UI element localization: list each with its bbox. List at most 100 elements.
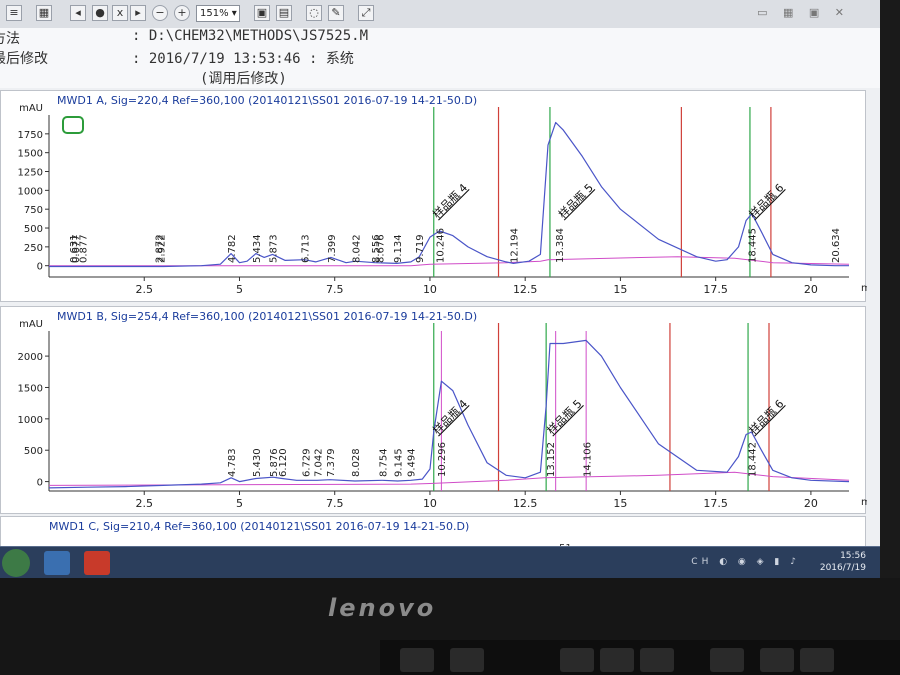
chart1-peak-label: 6.729: [301, 448, 312, 477]
chart1-peak-label: 10.296: [437, 442, 448, 477]
modified-line: : 2016/7/19 13:53:46 : 系统: [132, 51, 354, 67]
chart0-peak-label: 20.634: [831, 228, 842, 263]
clock-time: 15:56: [840, 551, 866, 561]
chart0-peak-label: 2.922: [156, 234, 167, 263]
chromatogram-a-panel: MWD1 A, Sig=220,4 Ref=360,100 (20140121\…: [0, 90, 880, 302]
print-icon[interactable]: ▤: [276, 5, 292, 21]
tray-icons[interactable]: CH ◐ ◉ ◈ ▮ ♪: [691, 557, 800, 567]
chart0-peak-label: 12.194: [510, 228, 521, 263]
chromatogram-a: 0 250 500 750 1000 1250 1500 1750 mAU 2.5 5 7.5 10 12…: [18, 103, 880, 296]
chart0-xtick-label: 5: [236, 283, 243, 296]
chart0-ytick-label: 750: [24, 205, 43, 216]
keyboard-key: [800, 648, 834, 672]
tray-language: CH: [691, 557, 713, 567]
chart0-xtick-label: 17.5: [703, 283, 728, 296]
pin-icon[interactable]: ●: [92, 5, 108, 21]
edit-icon[interactable]: ✎: [328, 5, 344, 21]
chart0-peak-label: 5.434: [252, 234, 263, 263]
chart0-peak-label: 13.384: [555, 228, 566, 263]
zoom-in-icon[interactable]: +: [174, 5, 190, 21]
chart0-ytick-label: 500: [24, 224, 43, 235]
chart0-peak-label: 0.877: [78, 234, 89, 263]
chart0-compound-label: 样品瓶 4: [430, 180, 471, 221]
chart0-xtick-label: 10: [423, 283, 437, 296]
start-button[interactable]: [2, 549, 30, 577]
chart0-ytick-label: 250: [24, 243, 43, 254]
chart1-baseline: [48, 471, 850, 486]
modified-note: (调用后修改): [200, 71, 287, 87]
chart1-compound-label: 样品瓶 5: [544, 396, 585, 437]
chart0-ylabel: mAU: [19, 103, 43, 114]
keyboard-key: [640, 648, 674, 672]
chart1-peak-label: 4.783: [227, 448, 238, 477]
chart1-ytick-label: 1500: [18, 383, 43, 394]
zoom-value: 151%: [200, 8, 229, 19]
chart0-ytick-label: 1250: [18, 168, 43, 179]
chromatogram-a-title: MWD1 A, Sig=220,4 Ref=360,100 (20140121\…: [57, 94, 478, 107]
chart1-peak-label: 13.152: [546, 442, 557, 477]
method-line: : D:\CHEM32\METHODS\JS7525.M: [132, 28, 369, 44]
chart1-xtick-label: 2.5: [135, 497, 153, 510]
screen: ≡ ▦ ◂ ● x ▸ − + 151% ▾ ▣ ▤ ◌ ✎ ⤢ ▭ ▦ ▣ ✕…: [0, 0, 880, 578]
chart0-xlabel: min: [861, 283, 867, 294]
chart1-xtick-label: 10: [423, 497, 437, 510]
chart1-ylabel: mAU: [19, 319, 43, 330]
chromatogram-b-panel: MWD1 B, Sig=254,4 Ref=360,100 (20140121\…: [0, 306, 880, 514]
toolbar: ≡ ▦ ◂ ● x ▸ − + 151% ▾ ▣ ▤ ◌ ✎ ⤢ ▭ ▦ ▣ ✕: [0, 0, 880, 29]
chart0-xtick-label: 2.5: [135, 283, 153, 296]
expand-icon[interactable]: ⤢: [358, 5, 374, 21]
chart1-compound-label: 样品瓶 6: [746, 396, 787, 437]
chart1-peak-label: 18.442: [748, 442, 759, 477]
chart1-xtick-label: 17.5: [703, 497, 728, 510]
chart1-peak-label: 9.494: [407, 448, 418, 477]
chart0-peak-label: 9.134: [393, 234, 404, 263]
forward-icon[interactable]: ▸: [130, 5, 146, 21]
chart0-xtick-label: 15: [613, 283, 627, 296]
window-controls[interactable]: ▭ ▦ ▣ ✕: [757, 6, 850, 19]
chart1-peak-label: 7.379: [326, 448, 337, 477]
keyboard-key: [560, 648, 594, 672]
chromatogram-c-title: MWD1 C, Sig=210,4 Ref=360,100 (20140121\…: [49, 520, 470, 533]
chart1-xtick-label: 15: [613, 497, 627, 510]
keyboard: [380, 640, 900, 675]
chart1-peak-label: 8.754: [378, 448, 389, 477]
monitor-brand-logo: lenovo: [328, 594, 437, 622]
comment-icon[interactable]: ◌: [306, 5, 322, 21]
chart0-peak-label: 4.782: [227, 234, 238, 263]
keyboard-key: [400, 648, 434, 672]
chart1-xtick-label: 5: [236, 497, 243, 510]
app-icon-chemstation[interactable]: [44, 551, 70, 575]
chromatogram-b: 0 500 1000 1500 2000 mAU 2.5 5 7.5 10 12.5 15 17.5 20…: [18, 319, 880, 510]
zoom-out-icon[interactable]: −: [152, 5, 168, 21]
chart0-ytick-label: 0: [37, 262, 43, 273]
chart0-xtick-label: 20: [804, 283, 818, 296]
method-prefix: 方法: [0, 31, 20, 47]
chart1-peak-label: 5.430: [252, 448, 263, 477]
report-header: 方法 : D:\CHEM32\METHODS\JS7525.M 最后修改 : 2…: [0, 28, 880, 88]
grid-icon[interactable]: ▦: [36, 5, 52, 21]
chart0-peak-label: 10.246: [435, 228, 446, 263]
chart0-xtick-label: 7.5: [326, 283, 344, 296]
annotation-icon[interactable]: [62, 116, 84, 134]
back-icon[interactable]: ◂: [70, 5, 86, 21]
menu-icon[interactable]: ≡: [6, 5, 22, 21]
chart1-peak-label: 14.106: [582, 442, 593, 477]
chart0-compound-label: 样品瓶 6: [746, 180, 787, 221]
clock[interactable]: 15:56 2016/7/19: [820, 550, 866, 574]
chart0-ytick-label: 1500: [18, 149, 43, 160]
chart1-peak-label: 7.042: [313, 448, 324, 477]
keyboard-key: [710, 648, 744, 672]
save-icon[interactable]: ▣: [254, 5, 270, 21]
zoom-x-icon[interactable]: x: [112, 5, 128, 21]
taskbar: CH ◐ ◉ ◈ ▮ ♪ 15:56 2016/7/19: [0, 546, 880, 578]
chart1-ytick-label: 2000: [18, 352, 43, 363]
chart0-peak-label: 6.713: [301, 234, 312, 263]
chart0-peak-label: 8.676: [376, 234, 387, 263]
chart1-xlabel: min: [861, 497, 867, 508]
pdf-app-icon[interactable]: [84, 551, 110, 575]
chart0-compound-label: 样品瓶 5: [555, 180, 596, 221]
chart1-ytick-label: 0: [37, 478, 43, 489]
chart1-ytick-label: 500: [24, 446, 43, 457]
zoom-select[interactable]: 151% ▾: [196, 5, 240, 22]
chromatogram-b-title: MWD1 B, Sig=254,4 Ref=360,100 (20140121\…: [57, 310, 478, 323]
